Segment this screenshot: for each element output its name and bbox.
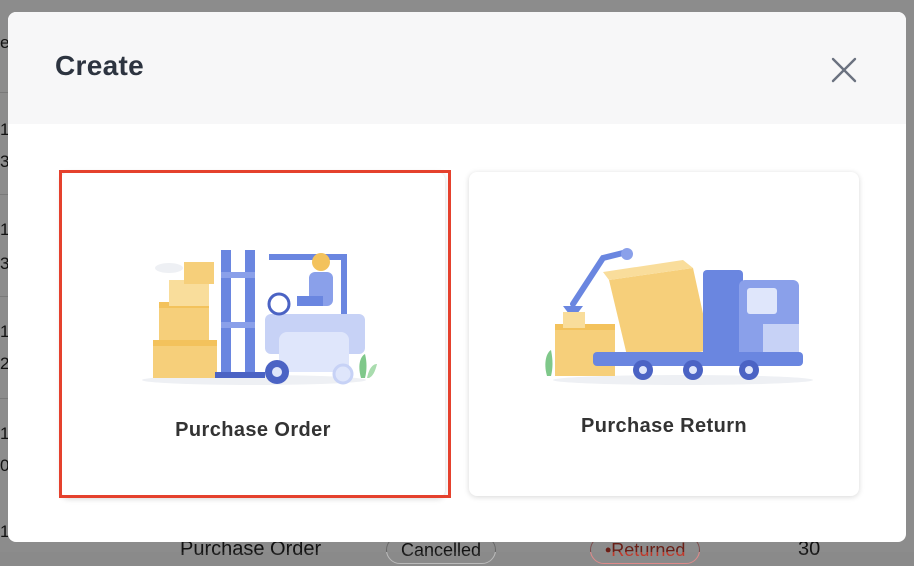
modal-header: Create — [8, 12, 906, 124]
close-icon — [831, 57, 857, 83]
purchase-order-card[interactable]: Purchase Order — [61, 172, 445, 498]
close-button[interactable] — [826, 52, 862, 88]
purchase-order-label: Purchase Order — [175, 419, 331, 441]
forklift-icon — [142, 250, 377, 385]
truck-return-icon — [545, 248, 813, 385]
modal-title: Create — [55, 50, 144, 81]
create-modal: Create Purchase Order Purchase Return — [8, 12, 906, 542]
purchase-return-label: Purchase Return — [580, 415, 748, 437]
purchase-return-card[interactable]: Purchase Return — [469, 172, 859, 496]
